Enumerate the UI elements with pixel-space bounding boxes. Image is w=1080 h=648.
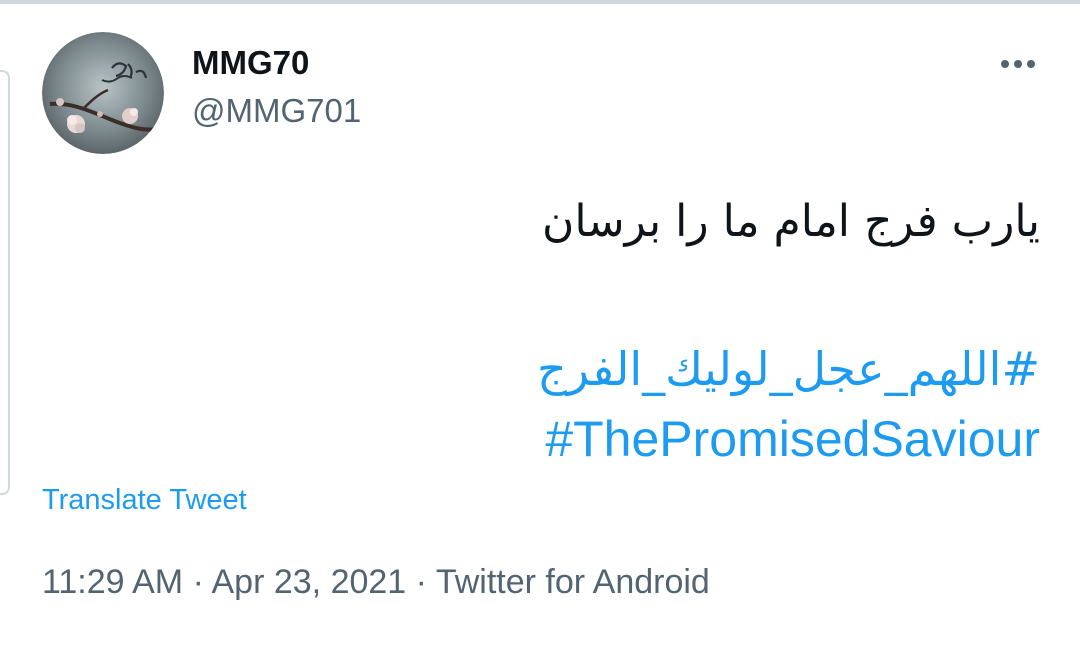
top-divider bbox=[0, 0, 1080, 4]
tweet-time[interactable]: 11:29 AM bbox=[42, 563, 183, 601]
more-options-button[interactable] bbox=[990, 50, 1046, 78]
user-handle[interactable]: @MMG701 bbox=[192, 92, 361, 130]
avatar-image bbox=[42, 32, 164, 154]
translate-tweet-link[interactable]: Translate Tweet bbox=[42, 484, 247, 517]
tweet-date[interactable]: Apr 23, 2021 bbox=[212, 563, 407, 601]
tweet-source[interactable]: Twitter for Android bbox=[436, 563, 710, 601]
display-name[interactable]: MMG70 bbox=[192, 44, 309, 82]
separator: · bbox=[192, 563, 204, 601]
previous-card-edge bbox=[0, 70, 10, 495]
tweet-metadata: 11:29 AM · Apr 23, 2021 · Twitter for An… bbox=[42, 563, 710, 602]
hashtag-link[interactable]: #ThePromisedSaviour bbox=[545, 404, 1040, 474]
avatar[interactable] bbox=[42, 32, 164, 154]
separator: · bbox=[415, 563, 427, 601]
tweet-text: یارب فرج امام ما را برسان bbox=[542, 196, 1040, 247]
more-horizontal-icon bbox=[1001, 60, 1035, 68]
hashtag-link[interactable]: #اللهم_عجل_لولیك_الفرج bbox=[537, 334, 1040, 404]
